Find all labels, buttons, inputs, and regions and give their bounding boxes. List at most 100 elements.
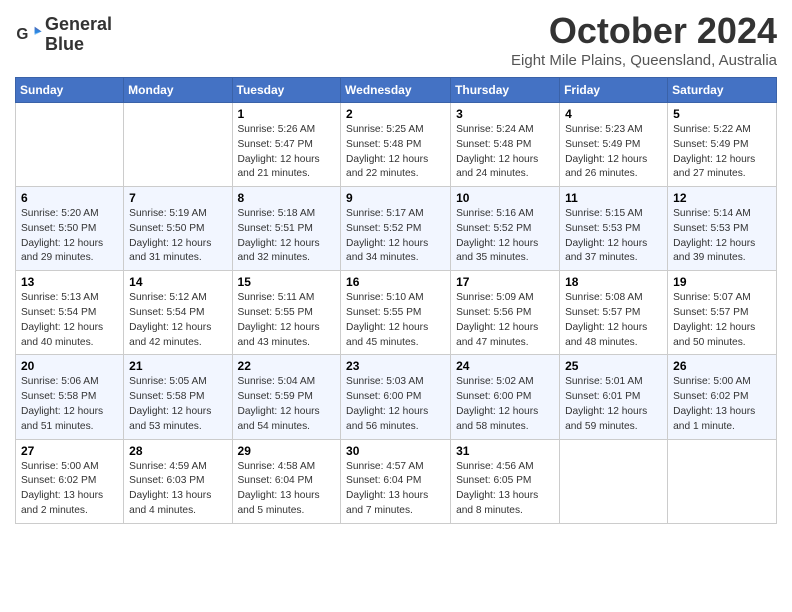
day-number: 11	[565, 191, 662, 205]
calendar-table: SundayMondayTuesdayWednesdayThursdayFrid…	[15, 77, 777, 524]
day-info: Sunrise: 5:23 AM Sunset: 5:49 PM Dayligh…	[565, 123, 662, 182]
weekday-header-saturday: Saturday	[668, 78, 777, 103]
location-title: Eight Mile Plains, Queensland, Australia	[511, 52, 777, 69]
day-info: Sunrise: 5:01 AM Sunset: 6:01 PM Dayligh…	[565, 375, 662, 434]
calendar-cell: 13 Sunrise: 5:13 AM Sunset: 5:54 PM Dayli…	[16, 271, 124, 355]
day-info: Sunrise: 5:12 AM Sunset: 5:54 PM Dayligh…	[129, 291, 226, 350]
day-info: Sunrise: 4:58 AM Sunset: 6:04 PM Dayligh…	[238, 460, 336, 519]
calendar-cell: 9 Sunrise: 5:17 AM Sunset: 5:52 PM Daylig…	[341, 187, 451, 271]
day-info: Sunrise: 5:13 AM Sunset: 5:54 PM Dayligh…	[21, 291, 118, 350]
day-number: 2	[346, 107, 445, 121]
weekday-header-monday: Monday	[124, 78, 232, 103]
day-number: 31	[456, 444, 554, 458]
logo-line1: General	[45, 15, 112, 35]
weekday-header-thursday: Thursday	[451, 78, 560, 103]
day-info: Sunrise: 5:07 AM Sunset: 5:57 PM Dayligh…	[673, 291, 771, 350]
day-number: 19	[673, 275, 771, 289]
calendar-header: SundayMondayTuesdayWednesdayThursdayFrid…	[16, 78, 777, 103]
day-info: Sunrise: 5:02 AM Sunset: 6:00 PM Dayligh…	[456, 375, 554, 434]
weekday-header-sunday: Sunday	[16, 78, 124, 103]
calendar-cell: 30 Sunrise: 4:57 AM Sunset: 6:04 PM Dayli…	[341, 439, 451, 523]
weekday-header-wednesday: Wednesday	[341, 78, 451, 103]
calendar-week-3: 13 Sunrise: 5:13 AM Sunset: 5:54 PM Dayli…	[16, 271, 777, 355]
calendar-cell: 24 Sunrise: 5:02 AM Sunset: 6:00 PM Dayli…	[451, 355, 560, 439]
day-info: Sunrise: 5:17 AM Sunset: 5:52 PM Dayligh…	[346, 207, 445, 266]
calendar-week-5: 27Sunrise: 5:00 AM Sunset: 6:02 PM Dayli…	[16, 439, 777, 523]
day-number: 24	[456, 359, 554, 373]
calendar-cell	[124, 103, 232, 187]
day-number: 12	[673, 191, 771, 205]
calendar-cell: 27Sunrise: 5:00 AM Sunset: 6:02 PM Dayli…	[16, 439, 124, 523]
day-info: Sunrise: 4:57 AM Sunset: 6:04 PM Dayligh…	[346, 460, 445, 519]
logo-icon: G	[15, 21, 43, 49]
logo: G General Blue	[15, 15, 112, 55]
day-number: 17	[456, 275, 554, 289]
day-info: Sunrise: 5:08 AM Sunset: 5:57 PM Dayligh…	[565, 291, 662, 350]
day-number: 25	[565, 359, 662, 373]
day-info: Sunrise: 5:26 AM Sunset: 5:47 PM Dayligh…	[238, 123, 336, 182]
calendar-cell: 25 Sunrise: 5:01 AM Sunset: 6:01 PM Dayli…	[560, 355, 668, 439]
day-info: Sunrise: 4:59 AM Sunset: 6:03 PM Dayligh…	[129, 460, 226, 519]
calendar-week-1: 1 Sunrise: 5:26 AM Sunset: 5:47 PM Daylig…	[16, 103, 777, 187]
day-info: Sunrise: 5:11 AM Sunset: 5:55 PM Dayligh…	[238, 291, 336, 350]
day-number: 18	[565, 275, 662, 289]
calendar-cell: 22 Sunrise: 5:04 AM Sunset: 5:59 PM Dayli…	[232, 355, 341, 439]
calendar-cell: 3 Sunrise: 5:24 AM Sunset: 5:48 PM Daylig…	[451, 103, 560, 187]
day-number: 1	[238, 107, 336, 121]
calendar-cell: 28 Sunrise: 4:59 AM Sunset: 6:03 PM Dayli…	[124, 439, 232, 523]
day-info: Sunrise: 5:04 AM Sunset: 5:59 PM Dayligh…	[238, 375, 336, 434]
day-number: 23	[346, 359, 445, 373]
calendar-cell: 29Sunrise: 4:58 AM Sunset: 6:04 PM Dayli…	[232, 439, 341, 523]
day-info: Sunrise: 5:09 AM Sunset: 5:56 PM Dayligh…	[456, 291, 554, 350]
day-number: 28	[129, 444, 226, 458]
day-info: Sunrise: 5:05 AM Sunset: 5:58 PM Dayligh…	[129, 375, 226, 434]
day-number: 15	[238, 275, 336, 289]
calendar-cell: 8Sunrise: 5:18 AM Sunset: 5:51 PM Daylig…	[232, 187, 341, 271]
day-info: Sunrise: 4:56 AM Sunset: 6:05 PM Dayligh…	[456, 460, 554, 519]
calendar-cell: 26 Sunrise: 5:00 AM Sunset: 6:02 PM Dayli…	[668, 355, 777, 439]
calendar-cell	[560, 439, 668, 523]
calendar-cell: 17 Sunrise: 5:09 AM Sunset: 5:56 PM Dayli…	[451, 271, 560, 355]
calendar-week-2: 6Sunrise: 5:20 AM Sunset: 5:50 PM Daylig…	[16, 187, 777, 271]
day-info: Sunrise: 5:14 AM Sunset: 5:53 PM Dayligh…	[673, 207, 771, 266]
logo-line2: Blue	[45, 35, 112, 55]
day-number: 5	[673, 107, 771, 121]
day-number: 13	[21, 275, 118, 289]
day-info: Sunrise: 5:24 AM Sunset: 5:48 PM Dayligh…	[456, 123, 554, 182]
day-info: Sunrise: 5:00 AM Sunset: 6:02 PM Dayligh…	[673, 375, 771, 434]
weekday-header-friday: Friday	[560, 78, 668, 103]
calendar-cell: 5 Sunrise: 5:22 AM Sunset: 5:49 PM Daylig…	[668, 103, 777, 187]
day-number: 26	[673, 359, 771, 373]
day-number: 3	[456, 107, 554, 121]
day-number: 27	[21, 444, 118, 458]
day-number: 30	[346, 444, 445, 458]
day-number: 21	[129, 359, 226, 373]
calendar-cell: 2 Sunrise: 5:25 AM Sunset: 5:48 PM Daylig…	[341, 103, 451, 187]
day-number: 6	[21, 191, 118, 205]
day-info: Sunrise: 5:22 AM Sunset: 5:49 PM Dayligh…	[673, 123, 771, 182]
calendar-cell: 16Sunrise: 5:10 AM Sunset: 5:55 PM Dayli…	[341, 271, 451, 355]
calendar-cell: 1 Sunrise: 5:26 AM Sunset: 5:47 PM Daylig…	[232, 103, 341, 187]
calendar-cell: 31 Sunrise: 4:56 AM Sunset: 6:05 PM Dayli…	[451, 439, 560, 523]
day-number: 4	[565, 107, 662, 121]
day-number: 14	[129, 275, 226, 289]
page-header: G General Blue October 2024 Eight Mile P…	[15, 10, 777, 69]
calendar-cell	[668, 439, 777, 523]
day-info: Sunrise: 5:25 AM Sunset: 5:48 PM Dayligh…	[346, 123, 445, 182]
calendar-cell	[16, 103, 124, 187]
svg-text:G: G	[16, 26, 28, 43]
day-number: 9	[346, 191, 445, 205]
calendar-cell: 23Sunrise: 5:03 AM Sunset: 6:00 PM Dayli…	[341, 355, 451, 439]
calendar-cell: 4 Sunrise: 5:23 AM Sunset: 5:49 PM Daylig…	[560, 103, 668, 187]
calendar-cell: 11Sunrise: 5:15 AM Sunset: 5:53 PM Dayli…	[560, 187, 668, 271]
day-number: 20	[21, 359, 118, 373]
calendar-cell: 21 Sunrise: 5:05 AM Sunset: 5:58 PM Dayli…	[124, 355, 232, 439]
title-block: October 2024 Eight Mile Plains, Queensla…	[511, 10, 777, 69]
calendar-cell: 7Sunrise: 5:19 AM Sunset: 5:50 PM Daylig…	[124, 187, 232, 271]
month-title: October 2024	[511, 10, 777, 52]
day-number: 16	[346, 275, 445, 289]
day-info: Sunrise: 5:18 AM Sunset: 5:51 PM Dayligh…	[238, 207, 336, 266]
calendar-cell: 18 Sunrise: 5:08 AM Sunset: 5:57 PM Dayli…	[560, 271, 668, 355]
day-number: 22	[238, 359, 336, 373]
day-number: 7	[129, 191, 226, 205]
